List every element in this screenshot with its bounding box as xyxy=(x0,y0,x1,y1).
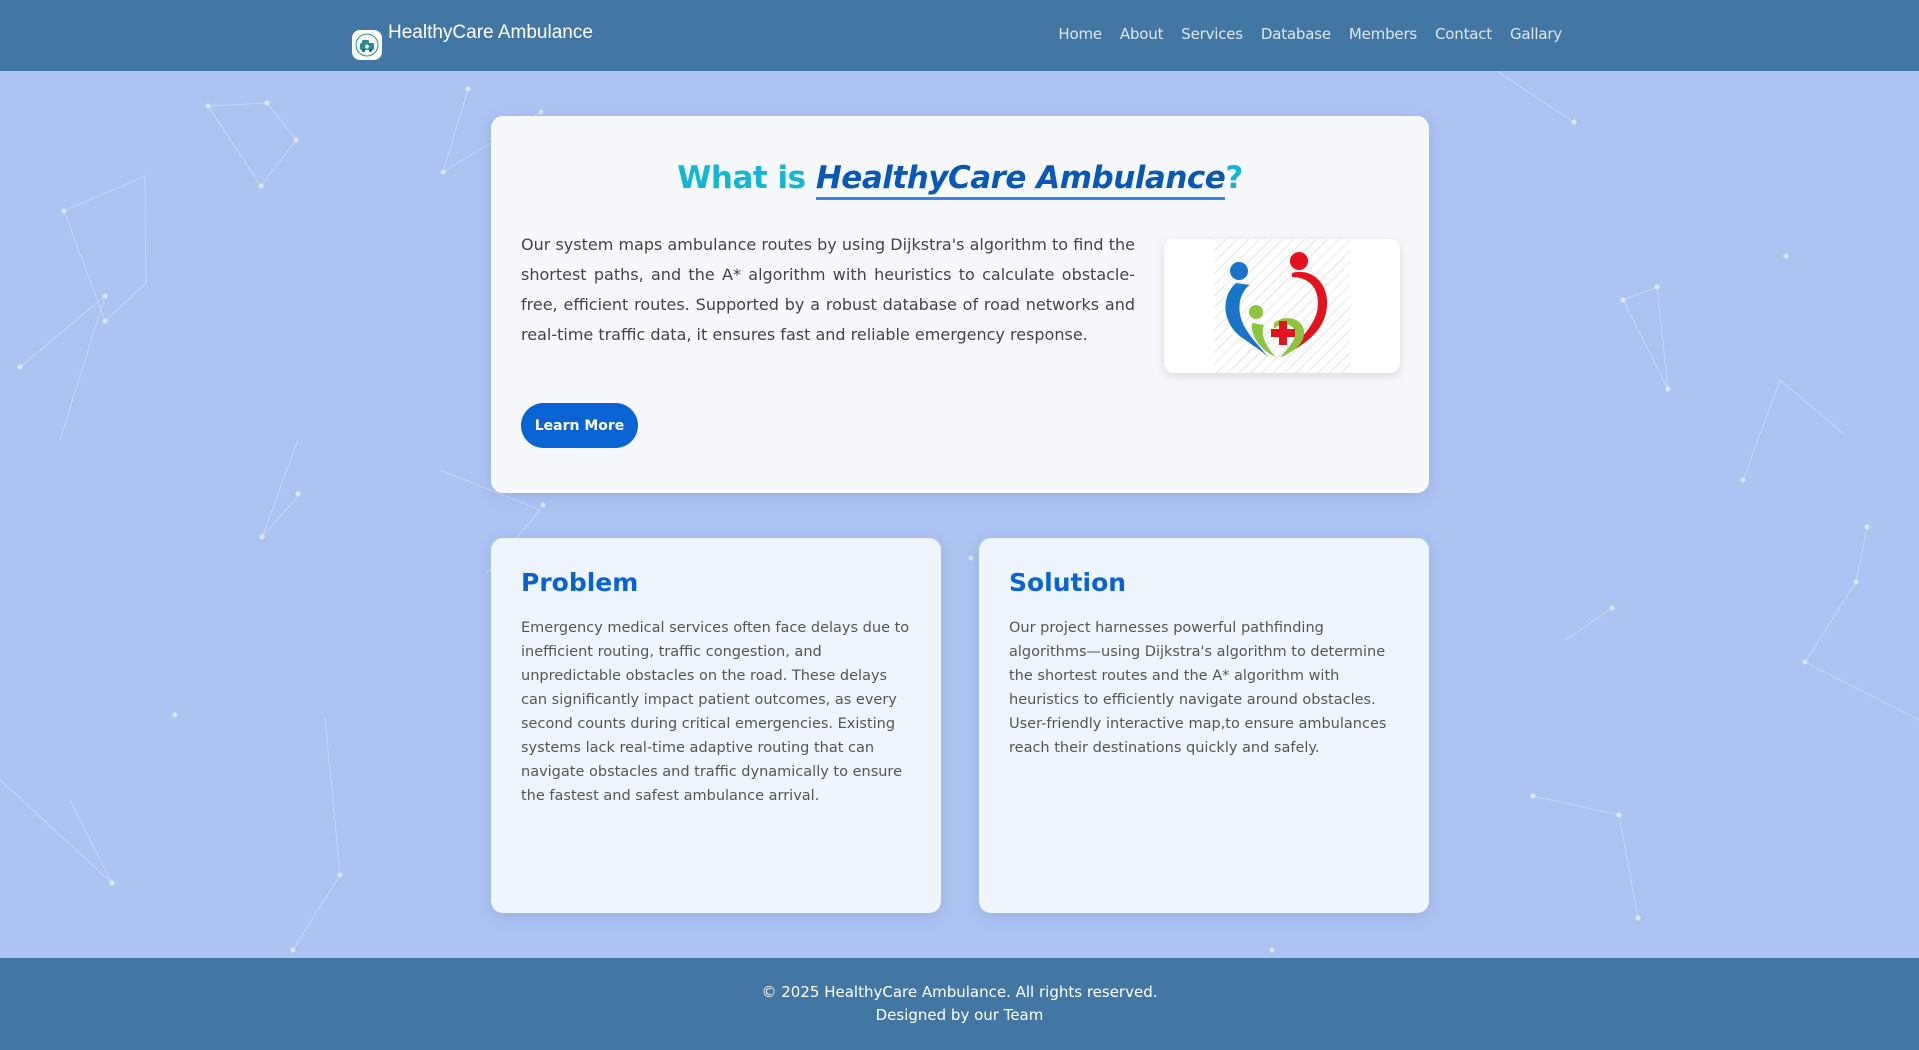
family-heart-medical-icon xyxy=(1214,239,1350,373)
nav-home[interactable]: Home xyxy=(1058,25,1102,43)
nav-database[interactable]: Database xyxy=(1261,25,1331,43)
footer-credit: Designed by our Team xyxy=(875,1006,1044,1024)
nav-about[interactable]: About xyxy=(1120,25,1164,43)
problem-card: Problem Emergency medical services often… xyxy=(491,538,941,913)
hero-title-prefix: What is xyxy=(677,160,816,196)
footer-copyright: © 2025 HealthyCare Ambulance. All rights… xyxy=(761,983,1158,1001)
brand[interactable]: HealthyCare Ambulance xyxy=(352,20,593,60)
problem-text: Emergency medical services often face de… xyxy=(521,620,910,804)
nav-services[interactable]: Services xyxy=(1181,25,1243,43)
solution-card: Solution Our project harnesses powerful … xyxy=(979,538,1429,913)
hero-card: What is HealthyCare Ambulance? Our syste… xyxy=(491,116,1429,493)
nav-contact[interactable]: Contact xyxy=(1435,25,1492,43)
main-nav: Home About Services Database Members Con… xyxy=(1040,25,1562,43)
hero-title-highlight: HealthyCare Ambulance xyxy=(815,160,1226,200)
ambulance-logo-icon xyxy=(352,30,382,60)
solution-text: Our project harnesses powerful pathfindi… xyxy=(1009,620,1387,756)
hero-title-suffix: ? xyxy=(1225,160,1243,196)
learn-more-button[interactable]: Learn More xyxy=(521,403,638,448)
nav-gallary[interactable]: Gallary xyxy=(1510,25,1562,43)
hero-image xyxy=(1164,239,1400,373)
top-navbar: HealthyCare Ambulance Home About Service… xyxy=(0,0,1919,71)
problem-title: Problem xyxy=(521,568,639,597)
page-footer: © 2025 HealthyCare Ambulance. All rights… xyxy=(0,958,1919,1050)
nav-members[interactable]: Members xyxy=(1349,25,1417,43)
hero-title: What is HealthyCare Ambulance? xyxy=(491,160,1429,200)
hero-description: Our system maps ambulance routes by usin… xyxy=(521,235,1135,344)
solution-title: Solution xyxy=(1009,568,1127,597)
brand-name: HealthyCare Ambulance xyxy=(388,22,593,43)
